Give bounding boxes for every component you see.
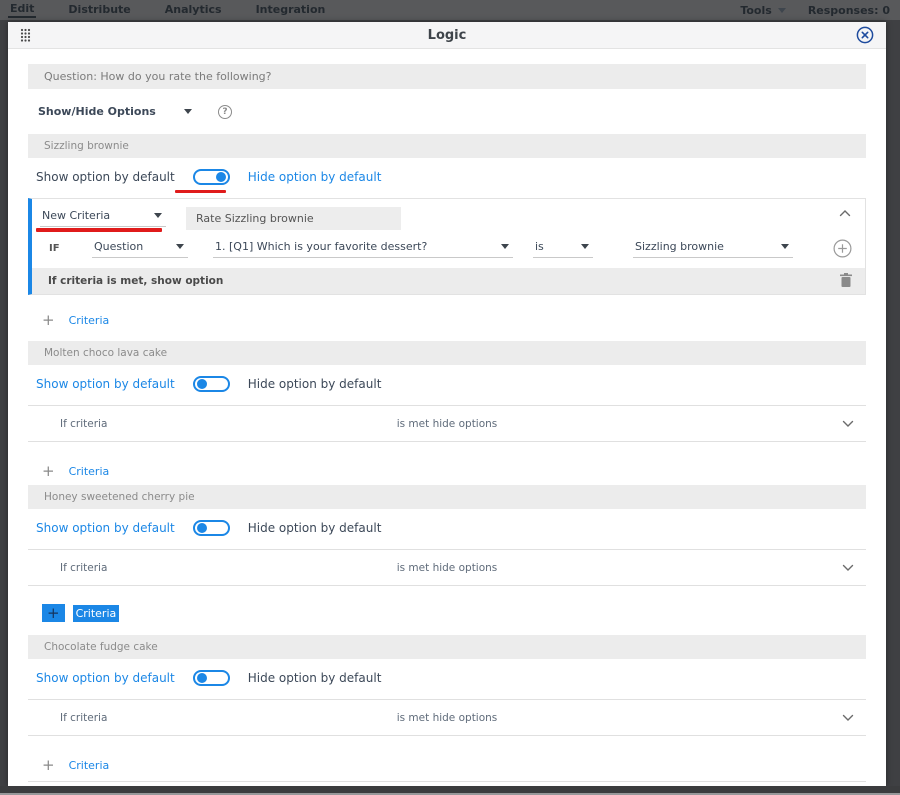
field-value: Question	[94, 240, 144, 253]
top-nav-bar: Edit Distribute Analytics Integration To…	[0, 0, 900, 20]
criteria-type-dropdown[interactable]: New Criteria	[40, 207, 166, 227]
chevron-down-icon	[581, 244, 589, 249]
tools-menu[interactable]: Tools	[740, 3, 786, 17]
criteria-result-text: If criteria is met, show option	[48, 275, 224, 287]
toggle-row: Show option by default Hide option by de…	[36, 667, 866, 689]
screen: Edit Distribute Analytics Integration To…	[0, 0, 900, 795]
tab-integration[interactable]: Integration	[254, 3, 328, 17]
collapsed-mid-text: is met hide options	[396, 561, 498, 574]
criteria-name-row: New Criteria Rate Sizzling brownie	[32, 199, 865, 232]
show-option-label[interactable]: Show option by default	[36, 521, 175, 535]
collapsed-criteria-row: If criteria is met hide options	[28, 405, 866, 442]
help-icon[interactable]: ?	[218, 105, 232, 119]
add-criteria-label: Criteria	[68, 758, 110, 772]
criteria-editor-card: New Criteria Rate Sizzling brownie IF Qu…	[28, 198, 866, 295]
annotation-underline	[175, 189, 226, 193]
add-criteria-button[interactable]: + Criteria	[42, 462, 866, 480]
add-condition-icon[interactable]	[833, 239, 852, 258]
plus-icon: +	[42, 462, 55, 480]
logic-type-row: Show/Hide Options ?	[36, 102, 866, 122]
chevron-down-icon	[154, 213, 162, 218]
logic-type-dropdown[interactable]: Show/Hide Options	[36, 103, 196, 122]
chevron-up-icon[interactable]	[839, 209, 851, 217]
chevron-down-icon	[777, 7, 786, 13]
logic-modal: Logic Question: How do you rate the foll…	[8, 22, 886, 795]
question-label-bar: Question: How do you rate the following?	[28, 64, 866, 89]
hide-option-label[interactable]: Hide option by default	[248, 521, 382, 535]
add-criteria-button[interactable]: + Criteria	[42, 756, 866, 774]
section-header: Chocolate fudge cake	[28, 635, 866, 659]
show-hide-toggle[interactable]	[192, 670, 230, 686]
collapsed-criteria-row: If criteria is met hide options	[28, 699, 866, 736]
chevron-down-icon	[781, 244, 789, 249]
collapsed-mid-text: is met hide options	[396, 711, 498, 724]
plus-icon: +	[42, 756, 55, 774]
chevron-down-icon	[176, 244, 184, 249]
add-criteria-label: Criteria	[68, 313, 110, 327]
collapsed-mid-text: is met hide options	[396, 417, 498, 430]
show-hide-toggle[interactable]	[192, 520, 230, 536]
section-header: Sizzling brownie	[28, 134, 866, 158]
modal-header: Logic	[8, 22, 886, 49]
chevron-down-icon	[184, 108, 192, 114]
add-criteria-button-highlighted[interactable]: + Criteria	[42, 604, 866, 622]
modal-title: Logic	[427, 27, 467, 43]
answer-value-dropdown[interactable]: Sizzling brownie	[633, 238, 793, 258]
chevron-down-icon[interactable]	[842, 564, 854, 572]
operator-dropdown[interactable]: is	[533, 238, 593, 258]
hide-option-label[interactable]: Hide option by default	[248, 170, 382, 184]
responses-count: Responses: 0	[807, 3, 890, 17]
question-value: 1. [Q1] Which is your favorite dessert?	[215, 240, 428, 253]
trash-icon[interactable]	[840, 273, 852, 288]
tools-label: Tools	[740, 3, 772, 17]
background-page-edge	[0, 786, 900, 795]
answer-value: Sizzling brownie	[635, 240, 724, 253]
hide-option-label[interactable]: Hide option by default	[248, 671, 382, 685]
field-dropdown[interactable]: Question	[92, 238, 188, 258]
toggle-row: Show option by default Hide option by de…	[36, 517, 866, 539]
show-option-label[interactable]: Show option by default	[36, 377, 175, 391]
toggle-knob	[196, 379, 207, 389]
question-dropdown[interactable]: 1. [Q1] Which is your favorite dessert?	[213, 238, 513, 258]
section-header: Honey sweetened cherry pie	[28, 485, 866, 509]
collapsed-criteria-row: If criteria is met hide options	[28, 549, 866, 586]
show-option-label[interactable]: Show option by default	[36, 671, 175, 685]
section-header: Molten choco lava cake	[28, 341, 866, 365]
modal-body: Question: How do you rate the following?…	[8, 49, 886, 795]
show-hide-toggle[interactable]	[192, 376, 230, 392]
annotation-underline	[36, 228, 162, 232]
condition-row: IF Question 1. [Q1] Which is your favori…	[32, 232, 865, 268]
toggle-knob	[196, 523, 207, 533]
toggle-knob	[196, 673, 207, 683]
toggle-row: Show option by default Hide option by de…	[36, 166, 866, 193]
criteria-name-input[interactable]: Rate Sizzling brownie	[186, 207, 401, 230]
if-label: IF	[49, 242, 60, 254]
toggle-knob	[215, 172, 226, 182]
show-hide-toggle[interactable]	[192, 169, 230, 185]
add-criteria-button[interactable]: + Criteria	[42, 311, 866, 329]
close-icon[interactable]	[856, 26, 874, 44]
chevron-down-icon[interactable]	[842, 714, 854, 722]
logic-type-value: Show/Hide Options	[38, 104, 156, 118]
chevron-down-icon[interactable]	[842, 420, 854, 428]
tab-distribute[interactable]: Distribute	[66, 3, 132, 17]
plus-icon: +	[42, 311, 55, 329]
tab-edit[interactable]: Edit	[8, 2, 37, 18]
plus-icon: +	[42, 604, 65, 622]
operator-value: is	[535, 240, 544, 253]
criteria-result-bar: If criteria is met, show option	[32, 268, 865, 294]
hide-option-label[interactable]: Hide option by default	[248, 377, 382, 391]
chevron-down-icon	[501, 244, 509, 249]
add-criteria-label: Criteria	[68, 464, 110, 478]
tab-analytics[interactable]: Analytics	[163, 3, 224, 17]
show-option-label[interactable]: Show option by default	[36, 170, 175, 184]
criteria-type-value: New Criteria	[42, 209, 111, 222]
toggle-row: Show option by default Hide option by de…	[36, 373, 866, 395]
add-criteria-label: Criteria	[72, 604, 120, 622]
